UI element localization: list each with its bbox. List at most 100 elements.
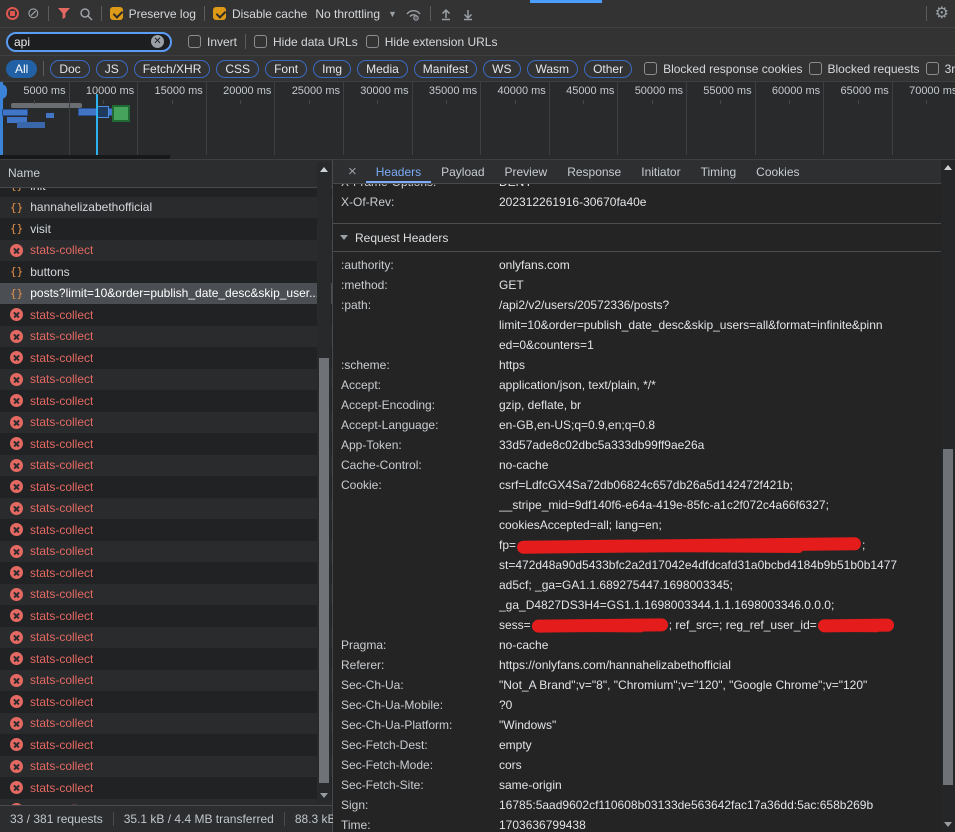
requests-count: 33 / 381 requests (0, 812, 114, 826)
tab-initiator[interactable]: Initiator (631, 160, 690, 183)
request-row-stats-collect[interactable]: stats-collect (0, 648, 332, 670)
request-row-stats-collect[interactable]: stats-collect (0, 799, 332, 806)
request-row-stats-collect[interactable]: stats-collect (0, 777, 332, 799)
request-row-stats-collect[interactable]: stats-collect (0, 584, 332, 606)
scroll-down-arrow-icon[interactable] (320, 793, 328, 798)
request-row-stats-collect[interactable]: stats-collect (0, 541, 332, 563)
type-filter-fetch-xhr[interactable]: Fetch/XHR (134, 60, 211, 78)
request-name: stats-collect (30, 759, 93, 773)
record-button[interactable] (6, 7, 19, 20)
close-details-icon[interactable]: × (339, 160, 366, 183)
type-filter-ws[interactable]: WS (483, 60, 520, 78)
error-icon (10, 609, 23, 622)
type-filter-img[interactable]: Img (313, 60, 351, 78)
overview-tick-label: 70000 ms (882, 85, 955, 97)
type-filter-doc[interactable]: Doc (50, 60, 89, 78)
filter-icon[interactable] (57, 7, 71, 20)
request-row-stats-collect[interactable]: stats-collect (0, 240, 332, 262)
request-list-scrollbar[interactable] (317, 162, 331, 803)
type-filter-wasm[interactable]: Wasm (527, 60, 579, 78)
request-headers-section-toggle[interactable]: Request Headers (333, 224, 941, 251)
header-value-line: /api2/v2/users/20572336/posts? (499, 295, 941, 315)
type-filter-all[interactable]: All (6, 60, 37, 78)
request-row-visit[interactable]: {}visit (0, 218, 332, 240)
request-row-stats-collect[interactable]: stats-collect (0, 627, 332, 649)
tab-preview[interactable]: Preview (495, 160, 558, 183)
clear-icon[interactable]: ⊘ (27, 6, 40, 21)
overview-activity-bar (17, 122, 45, 128)
tab-response[interactable]: Response (557, 160, 631, 183)
header-value-line: same-origin (499, 775, 941, 795)
overview-activity-green-bar (112, 105, 130, 122)
request-row-stats-collect[interactable]: stats-collect (0, 412, 332, 434)
request-row-stats-collect[interactable]: stats-collect (0, 734, 332, 756)
request-row-stats-collect[interactable]: stats-collect (0, 347, 332, 369)
request-row-stats-collect[interactable]: stats-collect (0, 605, 332, 627)
request-row-init[interactable]: {}init (0, 188, 332, 197)
request-row-stats-collect[interactable]: stats-collect (0, 562, 332, 584)
request-row-stats-collect[interactable]: stats-collect (0, 455, 332, 477)
request-row-stats-collect[interactable]: stats-collect (0, 756, 332, 778)
request-row-stats-collect[interactable]: stats-collect (0, 304, 332, 326)
request-row-posts-limit-10-order-publish-date-desc-s[interactable]: {}posts?limit=10&order=publish_date_desc… (0, 283, 332, 305)
preserve-log-checkbox[interactable]: Preserve log (110, 7, 196, 21)
request-header-row: Time:1703636799438 (333, 815, 941, 832)
request-header-row: Pragma:no-cache (333, 635, 941, 655)
hide-extension-urls-checkbox[interactable]: Hide extension URLs (366, 35, 498, 49)
search-icon[interactable] (79, 7, 93, 21)
overview-scroll-indicator[interactable] (0, 155, 170, 159)
request-row-stats-collect[interactable]: stats-collect (0, 713, 332, 735)
filter-input[interactable] (14, 35, 147, 49)
error-icon (10, 588, 23, 601)
request-row-stats-collect[interactable]: stats-collect (0, 519, 332, 541)
settings-gear-icon[interactable]: ⚙ (935, 6, 949, 22)
request-row-stats-collect[interactable]: stats-collect (0, 326, 332, 348)
scrollbar-thumb[interactable] (943, 449, 953, 785)
tab-payload[interactable]: Payload (431, 160, 494, 183)
throttling-select[interactable]: No throttling ▼ (315, 7, 397, 21)
type-filter-font[interactable]: Font (265, 60, 307, 78)
clear-filter-icon[interactable]: ✕ (151, 35, 164, 48)
request-row-stats-collect[interactable]: stats-collect (0, 390, 332, 412)
checkbox-label: 3rd-party requests (945, 62, 955, 76)
scroll-down-arrow-icon[interactable] (944, 822, 952, 827)
request-row-stats-collect[interactable]: stats-collect (0, 433, 332, 455)
name-column-header[interactable]: Name (0, 160, 332, 188)
tab-headers[interactable]: Headers (366, 160, 431, 183)
detail-scrollbar[interactable] (941, 160, 955, 832)
scroll-up-arrow-icon[interactable] (320, 167, 328, 172)
filter-checkbox-blocked-requests[interactable]: Blocked requests (809, 62, 920, 76)
import-har-icon[interactable] (439, 7, 453, 21)
overview-ruler[interactable]: 5000 ms10000 ms15000 ms20000 ms25000 ms3… (0, 82, 955, 160)
type-filter-manifest[interactable]: Manifest (414, 60, 477, 78)
type-filter-css[interactable]: CSS (216, 60, 259, 78)
tab-timing[interactable]: Timing (691, 160, 747, 183)
error-icon (10, 502, 23, 515)
disable-cache-checkbox[interactable]: Disable cache (213, 7, 307, 21)
header-name: :authority: (341, 255, 499, 275)
request-name: stats-collect (30, 394, 93, 408)
request-row-stats-collect[interactable]: stats-collect (0, 691, 332, 713)
type-filter-other[interactable]: Other (584, 60, 632, 78)
network-conditions-icon[interactable] (405, 7, 422, 21)
request-row-buttons[interactable]: {}buttons (0, 261, 332, 283)
type-filter-js[interactable]: JS (96, 60, 128, 78)
request-name: stats-collect (30, 351, 93, 365)
filter-checkbox-3rd-party-requests[interactable]: 3rd-party requests (926, 62, 955, 76)
request-row-stats-collect[interactable]: stats-collect (0, 476, 332, 498)
filter-checkbox-blocked-response-cookies[interactable]: Blocked response cookies (644, 62, 802, 76)
invert-checkbox[interactable]: Invert (188, 35, 237, 49)
separator (43, 61, 44, 76)
tab-cookies[interactable]: Cookies (746, 160, 809, 183)
header-value-line: cors (499, 755, 941, 775)
scrollbar-thumb[interactable] (319, 358, 329, 783)
scroll-up-arrow-icon[interactable] (944, 165, 952, 170)
request-row-hannahelizabethofficial[interactable]: {}hannahelizabethofficial (0, 197, 332, 219)
request-row-stats-collect[interactable]: stats-collect (0, 670, 332, 692)
header-value-line: gzip, deflate, br (499, 395, 941, 415)
request-row-stats-collect[interactable]: stats-collect (0, 369, 332, 391)
hide-data-urls-checkbox[interactable]: Hide data URLs (254, 35, 358, 49)
type-filter-media[interactable]: Media (357, 60, 408, 78)
export-har-icon[interactable] (461, 7, 475, 21)
request-row-stats-collect[interactable]: stats-collect (0, 498, 332, 520)
